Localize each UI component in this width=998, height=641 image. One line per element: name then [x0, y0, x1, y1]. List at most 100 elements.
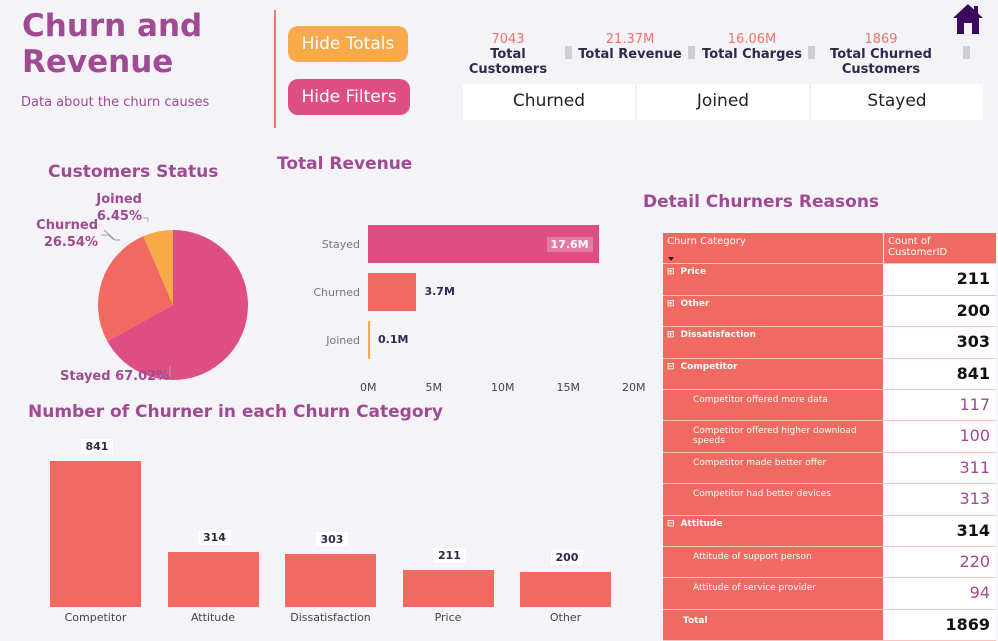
table-title: Detail Churners Reasons	[643, 192, 880, 212]
kpi-separator	[565, 46, 572, 59]
count-cell: 200	[883, 295, 996, 327]
category-label: Total	[683, 615, 708, 626]
count-cell: 314	[883, 515, 996, 546]
pie-label-name: Churned	[36, 218, 98, 233]
count-cell: 303	[883, 327, 996, 358]
column-header-label: Churn Category	[667, 236, 746, 247]
kpi-total-churned: 1869 Total Churned Customers	[806, 32, 956, 77]
pie-label-churned: Churned 26.54%	[36, 217, 98, 251]
status-slicer: Churned Joined Stayed	[463, 84, 983, 120]
category-value-label: 303	[315, 532, 349, 548]
category-label: Competitor made better offer	[693, 457, 827, 468]
count-cell: 94	[883, 578, 996, 609]
count-cell: 313	[883, 484, 996, 515]
revenue-value-label: 17.6M	[546, 237, 593, 252]
pie-label-name: Joined	[96, 192, 142, 207]
category-cell: Attitude of service provider	[663, 578, 883, 609]
count-cell: 311	[883, 452, 996, 484]
revenue-bar-churned[interactable]	[368, 273, 417, 311]
count-cell: 211	[883, 264, 996, 295]
kpi-label: Total Revenue	[578, 47, 682, 62]
table-row: Competitor offered higher download speed…	[663, 421, 996, 453]
revenue-category-label: Stayed	[321, 238, 360, 251]
page-subtitle: Data about the churn causes	[21, 95, 210, 110]
kpi-total-customers: 7043 Total Customers	[458, 32, 558, 77]
category-cell: Total	[663, 609, 883, 641]
slicer-option-joined[interactable]: Joined	[637, 84, 811, 120]
churn-reasons-table: Churn Category Count of CustomerID ⊞ Pric…	[663, 233, 996, 641]
category-label: Dissatisfaction	[680, 330, 756, 341]
table-row: ⊞ Other 200	[663, 295, 996, 328]
category-cell: Attitude of support person	[663, 546, 883, 578]
collapse-icon[interactable]: ⊟	[667, 362, 675, 372]
revenue-chart-title: Total Revenue	[277, 154, 413, 174]
hide-totals-button[interactable]: Hide Totals	[288, 26, 408, 62]
revenue-value-label: 0.1M	[378, 333, 409, 346]
table-row: ⊟ Competitor 841	[663, 358, 996, 390]
divider	[274, 10, 276, 128]
column-chart-title: Number of Churner in each Churn Category	[28, 402, 443, 422]
category-bar-attitude[interactable]	[167, 552, 259, 607]
category-cell: ⊞ Price	[663, 264, 883, 295]
pie-label-stayed: Stayed 67.02%	[60, 368, 169, 385]
category-label: Competitor offered more data	[693, 394, 828, 405]
table-row: ⊞ Price 211	[663, 264, 996, 296]
table-row: Total 1869	[663, 609, 996, 641]
revenue-axis-tick: 5M	[425, 381, 443, 394]
category-value-label: 841	[80, 439, 114, 454]
slicer-option-churned[interactable]: Churned	[463, 84, 637, 120]
table-row: ⊞ Dissatisfaction 303	[663, 327, 996, 359]
category-axis-label: Attitude	[190, 611, 236, 624]
kpi-total-revenue: 21.37M Total Revenue	[578, 32, 682, 62]
count-cell: 1869	[883, 609, 996, 641]
category-cell: ⊟ Attitude	[663, 515, 883, 546]
category-axis-label: Other	[549, 611, 582, 624]
pie-chart-title: Customers Status	[48, 162, 219, 182]
kpi-total-charges: 16.06M Total Charges	[702, 32, 802, 62]
count-cell: 220	[883, 546, 996, 578]
revenue-axis-tick: 20M	[622, 381, 646, 394]
revenue-value-label: 3.7M	[424, 285, 455, 298]
category-value-label: 200	[550, 550, 584, 566]
category-axis-label: Price	[434, 611, 462, 624]
count-cell: 100	[883, 421, 996, 452]
expand-icon[interactable]: ⊞	[667, 330, 675, 340]
kpi-label: Total Charges	[702, 47, 802, 62]
category-label: Attitude	[680, 518, 723, 529]
kpi-separator	[963, 46, 970, 59]
category-cell: Competitor offered higher download speed…	[663, 421, 883, 452]
table-row: Attitude of service provider 94	[663, 578, 996, 610]
kpi-label: Total Churned Customers	[830, 47, 932, 77]
category-bar-other[interactable]	[520, 572, 611, 607]
category-bar-competitor[interactable]	[50, 461, 141, 607]
column-header-category[interactable]: Churn Category	[663, 233, 883, 264]
kpi-value: 1869	[864, 32, 898, 47]
category-cell: Competitor had better devices	[663, 484, 883, 515]
category-label: Attitude of service provider	[693, 583, 817, 594]
expand-icon[interactable]: ⊞	[667, 299, 675, 309]
revenue-bar-chart: Stayed 17.6M Churned 3.7M Joined 0.1M 0M 5M 10M 1…	[300, 215, 650, 395]
expand-icon[interactable]: ⊞	[667, 267, 675, 277]
pie-label-name: Stayed	[60, 369, 111, 384]
category-label: Attitude of support person	[693, 551, 812, 562]
revenue-axis-tick: 0M	[360, 381, 377, 394]
sort-descending-icon	[668, 257, 674, 262]
column-header-count[interactable]: Count of CustomerID	[883, 233, 996, 264]
category-value-label: 211	[433, 548, 466, 564]
category-bar-dissatisfaction[interactable]	[285, 554, 376, 607]
home-icon[interactable]	[952, 2, 984, 36]
category-label: Competitor had better devices	[693, 489, 831, 500]
table-header-row: Churn Category Count of CustomerID	[663, 233, 996, 265]
category-label: Other	[680, 298, 710, 309]
pie-label-value: 26.54%	[43, 235, 98, 250]
kpi-label: Total Customers	[468, 47, 548, 77]
pie-label-value: 67.02%	[115, 369, 170, 384]
revenue-bar-joined[interactable]	[368, 321, 370, 359]
category-label: Competitor offered higher download speed…	[693, 426, 857, 447]
slicer-option-stayed[interactable]: Stayed	[811, 84, 983, 120]
category-cell: ⊞ Dissatisfaction	[663, 327, 883, 358]
hide-filters-button[interactable]: Hide Filters	[288, 79, 410, 115]
category-bar-price[interactable]	[402, 570, 494, 607]
collapse-icon[interactable]: ⊟	[667, 519, 675, 529]
category-cell: ⊞ Other	[663, 295, 883, 327]
